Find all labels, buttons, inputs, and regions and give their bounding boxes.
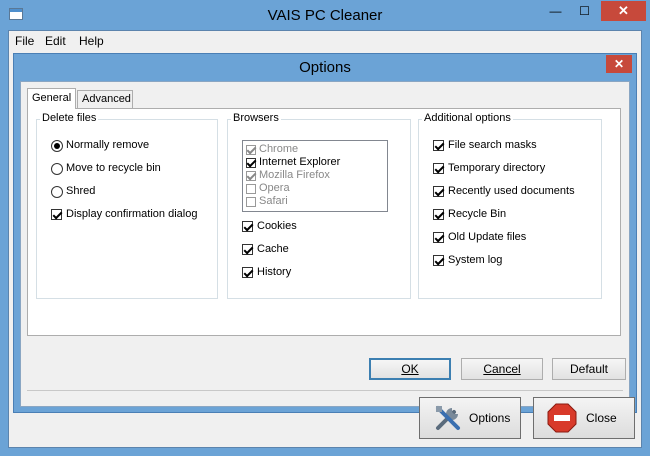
radio-indicator[interactable]	[51, 186, 63, 198]
checkbox-indicator[interactable]	[246, 171, 256, 181]
browsers-listbox[interactable]: Chrome Internet Explorer Mozilla Firefox	[242, 140, 388, 212]
checkbox-label: History	[257, 266, 292, 278]
browser-label: Safari	[259, 195, 288, 207]
checkbox-label: Old Update files	[448, 231, 527, 243]
checkbox-indicator[interactable]	[246, 184, 256, 194]
radio-indicator[interactable]	[51, 163, 63, 175]
checkbox-label: System log	[448, 254, 503, 266]
checkbox-indicator[interactable]	[433, 140, 444, 151]
browser-label: Opera	[259, 182, 290, 194]
checkbox-label: Cookies	[257, 220, 297, 232]
radio-label: Shred	[66, 185, 96, 197]
menu-file[interactable]: File	[15, 34, 34, 48]
checkbox-indicator[interactable]	[433, 255, 444, 266]
additional-options-group: Additional options File search masks Tem…	[418, 112, 602, 299]
ok-button[interactable]: OK	[369, 358, 451, 380]
browsers-title: Browsers	[231, 112, 281, 124]
checkbox-indicator[interactable]	[246, 145, 256, 155]
browsers-group: Browsers Chrome Internet Explorer Mozill…	[227, 112, 411, 299]
cancel-button[interactable]: Cancel	[461, 358, 543, 380]
browser-label: Mozilla Firefox	[259, 169, 330, 181]
checkbox-indicator[interactable]	[51, 209, 62, 220]
tools-icon	[436, 406, 460, 430]
dialog-title: Options	[299, 59, 351, 76]
main-client-area: File Edit Help Options ✕ General Advance…	[8, 30, 642, 448]
delete-files-title: Delete files	[40, 112, 99, 124]
checkbox-indicator[interactable]	[242, 244, 253, 255]
menu-edit[interactable]: Edit	[45, 34, 66, 48]
close-button[interactable]: Close	[533, 397, 635, 439]
app-window: VAIS PC Cleaner — ☐ ✕ File Edit Help Opt…	[0, 0, 650, 456]
radio-indicator[interactable]	[51, 140, 63, 152]
checkbox-label: Recently used documents	[448, 185, 575, 197]
browser-label: Chrome	[259, 143, 299, 155]
checkbox-indicator[interactable]	[433, 209, 444, 220]
additional-options-title: Additional options	[422, 112, 513, 124]
checkbox-indicator[interactable]	[242, 221, 253, 232]
checkbox-indicator[interactable]	[242, 267, 253, 278]
checkbox-label: Display confirmation dialog	[66, 208, 198, 220]
default-button[interactable]: Default	[552, 358, 626, 380]
checkbox-indicator[interactable]	[433, 232, 444, 243]
dialog-body: General Advanced Delete files Normally r…	[20, 81, 630, 407]
checkbox-indicator[interactable]	[433, 163, 444, 174]
dialog-close-button[interactable]: ✕	[606, 55, 632, 73]
tab-advanced[interactable]: Advanced	[77, 90, 133, 108]
delete-files-group: Delete files Normally remove Move to rec…	[36, 112, 218, 299]
general-tab-panel: Delete files Normally remove Move to rec…	[27, 108, 621, 336]
checkbox-label: Recycle Bin	[448, 208, 507, 220]
radio-label: Move to recycle bin	[66, 162, 161, 174]
title-bar[interactable]: VAIS PC Cleaner — ☐ ✕	[0, 0, 650, 30]
minimize-button[interactable]: —	[542, 1, 569, 21]
checkbox-label: Cache	[257, 243, 289, 255]
checkbox-indicator[interactable]	[246, 158, 256, 168]
checkbox-indicator[interactable]	[433, 186, 444, 197]
radio-label: Normally remove	[66, 139, 150, 151]
window-close-button[interactable]: ✕	[601, 1, 646, 21]
menu-help[interactable]: Help	[79, 34, 104, 48]
options-button-label: Options	[469, 411, 511, 425]
options-dialog: Options ✕ General Advanced Delete files …	[13, 53, 637, 413]
options-button[interactable]: Options	[419, 397, 521, 439]
browser-label: Internet Explorer	[259, 156, 341, 168]
tab-general[interactable]: General	[27, 88, 77, 109]
menu-bar: File Edit Help	[9, 31, 641, 50]
checkbox-indicator[interactable]	[246, 197, 256, 207]
close-button-label: Close	[586, 411, 617, 425]
stop-icon	[547, 403, 577, 433]
maximize-button[interactable]: ☐	[571, 1, 598, 21]
checkbox-label: File search masks	[448, 139, 537, 151]
checkbox-label: Temporary directory	[448, 162, 546, 174]
